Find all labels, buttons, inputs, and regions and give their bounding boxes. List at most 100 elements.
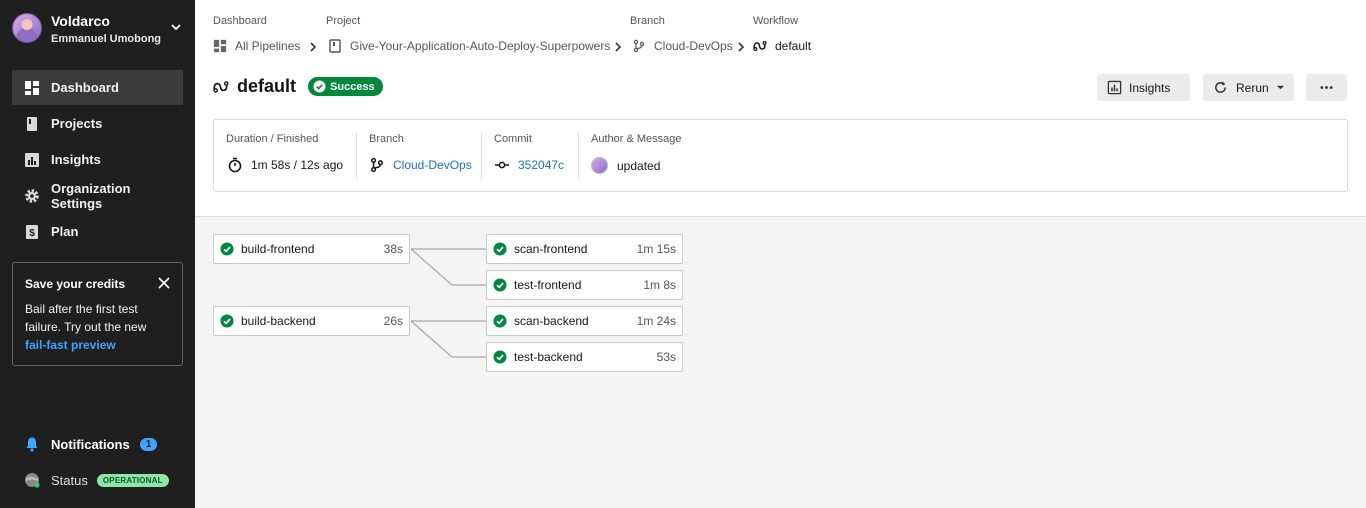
book-icon [27, 116, 37, 131]
job-name: build-frontend [241, 242, 315, 256]
rerun-button-label: Rerun [1236, 80, 1269, 95]
job-duration: 1m 8s [643, 278, 676, 292]
status-link[interactable]: Status OPERATIONAL [24, 472, 169, 488]
breadcrumb-project-label: Project [326, 15, 361, 27]
sidebar-item-projects[interactable]: Projects [12, 106, 183, 141]
user-name: Emmanuel Umobong [51, 33, 162, 45]
branch-text: Cloud-DevOps [393, 158, 472, 172]
account-switcher[interactable]: Voldarco Emmanuel Umobong [12, 12, 187, 48]
svg-text:$: $ [29, 228, 35, 239]
job-name: build-backend [241, 314, 316, 328]
save-credits-promo: Save your credits Bail after the first t… [12, 262, 183, 366]
refresh-icon [1215, 81, 1226, 93]
breadcrumb-dashboard-label: Dashboard [213, 15, 267, 27]
promo-text: Bail after the first test failure. Try o… [25, 302, 147, 334]
workflow-icon [213, 80, 229, 93]
duration-text: 1m 58s / 12s ago [251, 158, 344, 172]
status-icon [25, 473, 40, 488]
status-badge: OPERATIONAL [96, 473, 169, 487]
check-circle-icon [493, 242, 507, 256]
breadcrumb-branch-label: Branch [630, 15, 665, 27]
job-test-frontend[interactable]: test-frontend 1m 8s [486, 270, 683, 300]
chevron-down-icon [171, 24, 181, 31]
divider [481, 132, 482, 179]
breadcrumb-project[interactable]: Give-Your-Application-Auto-Deploy-Superp… [328, 39, 610, 53]
caret-down-icon [1276, 85, 1284, 90]
job-name: test-frontend [514, 278, 582, 292]
branch-link[interactable]: Cloud-DevOps [369, 157, 472, 173]
bar-chart-icon [1107, 80, 1122, 95]
job-name: scan-frontend [514, 242, 588, 256]
git-branch-icon [371, 157, 383, 173]
promo-title: Save your credits [25, 277, 126, 291]
org-name: Voldarco [51, 13, 110, 29]
sidebar-item-label: Projects [51, 116, 103, 131]
dashboard-icon [213, 39, 227, 53]
avatar [12, 13, 42, 43]
divider [578, 132, 579, 179]
git-branch-icon [633, 39, 645, 53]
breadcrumb-text: Cloud-DevOps [654, 39, 733, 53]
main-content: Dashboard All Pipelines Project Give-You… [195, 0, 1366, 508]
page-title: default [237, 76, 297, 96]
breadcrumb-branch[interactable]: Cloud-DevOps [632, 39, 733, 53]
job-test-backend[interactable]: test-backend 53s [486, 342, 683, 372]
fail-fast-link[interactable]: fail-fast preview [25, 338, 116, 352]
check-circle-icon [220, 314, 234, 328]
sidebar-item-organization-settings[interactable]: Organization Settings [12, 178, 183, 213]
git-commit-icon [495, 161, 509, 169]
breadcrumb-workflow: default [753, 39, 811, 53]
breadcrumb-text: Give-Your-Application-Auto-Deploy-Superp… [350, 39, 611, 53]
sidebar-item-plan[interactable]: $ Plan [12, 214, 183, 249]
author-avatar [591, 157, 608, 174]
promo-body: Bail after the first test failure. Try o… [25, 300, 170, 354]
commit-text: 352047c [518, 158, 565, 172]
check-circle-icon [220, 242, 234, 256]
insights-button[interactable]: Insights [1097, 74, 1190, 101]
chevron-right-icon [738, 42, 745, 52]
check-circle-icon [493, 314, 507, 328]
rerun-button[interactable]: Rerun [1203, 74, 1294, 101]
more-options-button[interactable] [1306, 74, 1347, 101]
check-circle-icon [493, 350, 507, 364]
workflow-graph: build-frontend 38s scan-frontend 1m 15s … [195, 216, 1366, 508]
bell-icon [26, 437, 38, 452]
status-label: Status [51, 472, 88, 488]
job-build-frontend[interactable]: build-frontend 38s [213, 234, 410, 264]
sidebar: Voldarco Emmanuel Umobong Dashboard Proj… [0, 0, 195, 508]
sidebar-item-insights[interactable]: Insights [12, 142, 183, 177]
job-duration: 1m 24s [636, 314, 676, 328]
notifications-count-badge: 1 [139, 437, 158, 451]
job-build-backend[interactable]: build-backend 26s [213, 306, 410, 336]
workflow-summary-panel: Duration / Finished 1m 58s / 12s ago Bra… [213, 119, 1348, 192]
commit-link[interactable]: 352047c [494, 157, 564, 173]
breadcrumb-text: All Pipelines [235, 39, 301, 53]
sidebar-item-label: Plan [51, 224, 79, 239]
job-name: test-backend [514, 350, 583, 364]
bar-chart-icon [25, 152, 39, 167]
job-scan-frontend[interactable]: scan-frontend 1m 15s [486, 234, 683, 264]
workflow-icon [753, 40, 767, 52]
more-horizontal-icon [1320, 86, 1333, 89]
repo-icon [329, 39, 341, 53]
job-duration: 38s [383, 242, 403, 256]
chevron-right-icon [310, 42, 317, 52]
sidebar-item-label: Organization Settings [51, 180, 131, 211]
breadcrumb-dashboard[interactable]: All Pipelines [213, 39, 300, 53]
commit-label: Commit [494, 133, 532, 145]
dollar-icon: $ [26, 224, 38, 239]
breadcrumb-workflow-label: Workflow [753, 15, 799, 27]
sidebar-item-label: Insights [51, 152, 101, 167]
sidebar-item-label: Dashboard [51, 80, 119, 95]
insights-button-label: Insights [1129, 80, 1171, 95]
job-duration: 1m 15s [636, 242, 676, 256]
job-scan-backend[interactable]: scan-backend 1m 24s [486, 306, 683, 336]
close-icon[interactable] [158, 277, 170, 289]
notifications-button[interactable]: Notifications 1 [24, 436, 158, 452]
chevron-right-icon [615, 42, 622, 52]
breadcrumb-text: default [775, 39, 812, 53]
status-badge: Success [308, 77, 383, 96]
sidebar-item-dashboard[interactable]: Dashboard [12, 70, 183, 105]
page-header: default Success [213, 76, 383, 97]
job-duration: 53s [656, 350, 676, 364]
